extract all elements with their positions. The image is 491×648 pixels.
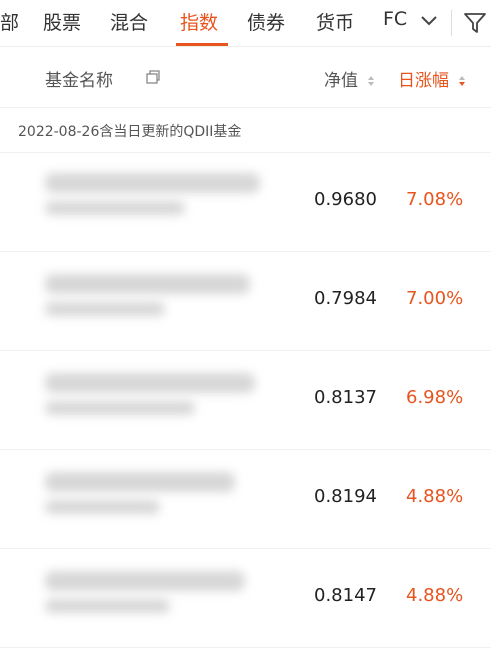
tab-hybrid[interactable]: 混合 (110, 8, 148, 35)
active-tab-indicator (176, 43, 228, 46)
filter-icon[interactable] (462, 10, 488, 36)
list-item[interactable]: 0.8147 4.88% (0, 549, 491, 648)
tab-all[interactable]: 部 (0, 8, 19, 35)
blurred-fund-name (40, 468, 275, 528)
notice-text: 2022-08-26含当日更新的QDII基金 (18, 124, 242, 140)
blurred-fund-name (40, 567, 275, 627)
nav-value: 0.8137 (314, 387, 377, 408)
column-fund-name: 基金名称 (45, 71, 113, 91)
blurred-fund-name (40, 270, 275, 330)
column-change-label: 日涨幅 (398, 71, 449, 91)
column-header: 基金名称 净值 日涨幅 (0, 47, 491, 108)
list-item[interactable]: 0.8137 6.98% (0, 351, 491, 450)
tab-divider (451, 10, 452, 36)
tab-index[interactable]: 指数 (180, 8, 218, 35)
nav-value: 0.9680 (314, 189, 377, 210)
column-nav-label: 净值 (324, 71, 358, 91)
nav-value: 0.7984 (314, 288, 377, 309)
column-nav-sort[interactable]: 净值 (324, 66, 375, 91)
list-item[interactable]: 0.7984 7.00% (0, 252, 491, 351)
category-tab-bar: 部 股票 混合 指数 债券 货币 FC (0, 0, 491, 47)
update-notice: 2022-08-26含当日更新的QDII基金 (0, 108, 491, 153)
copy-icon[interactable] (145, 69, 161, 85)
column-change-sort[interactable]: 日涨幅 (398, 66, 466, 91)
chevron-down-icon[interactable] (420, 14, 438, 28)
change-value: 4.88% (406, 486, 464, 507)
list-item[interactable]: 0.8194 4.88% (0, 450, 491, 549)
list-item[interactable]: 0.9680 7.08% (0, 153, 491, 252)
tab-bond[interactable]: 债券 (247, 8, 285, 35)
blurred-fund-name (40, 171, 275, 231)
nav-value: 0.8194 (314, 486, 377, 507)
fund-list: 0.9680 7.08% 0.7984 7.00% 0.8137 6.98% 0… (0, 153, 491, 648)
blurred-fund-name (40, 369, 275, 429)
tab-fof[interactable]: FC (383, 8, 417, 30)
change-value: 4.88% (406, 585, 464, 606)
change-value: 6.98% (406, 387, 464, 408)
nav-value: 0.8147 (314, 585, 377, 606)
sort-desc-icon (459, 76, 466, 86)
tab-money[interactable]: 货币 (316, 8, 354, 35)
tab-stock[interactable]: 股票 (43, 8, 81, 35)
change-value: 7.00% (406, 288, 464, 309)
sort-icon (368, 76, 375, 86)
change-value: 7.08% (406, 189, 464, 210)
